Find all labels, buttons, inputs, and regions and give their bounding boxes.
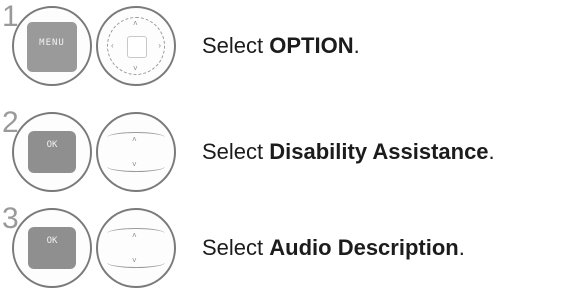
instruction-target: Audio Description [269,235,459,260]
up-down-callout: ˄ ˅ [96,112,176,192]
instruction-text: Select Disability Assistance. [202,139,495,165]
instruction-prefix: Select [202,33,270,58]
nav-center-key [127,36,147,58]
instruction-text: Select OPTION. [202,33,360,59]
ok-key-label: OK [46,236,58,246]
step-3: 3 OK ˄ ˅ Select Audio Description. [0,204,578,308]
instruction-suffix: . [488,139,495,164]
instruction-prefix: Select [202,139,270,164]
menu-key-label: MENU [39,38,65,48]
menu-key-callout: MENU [12,6,92,86]
step-1: 1 MENU ˄ ˅ ‹ › Select OPTION. [0,2,578,106]
instruction-target: OPTION [269,33,354,58]
ok-key-callout: OK [12,208,92,288]
menu-button-icon: MENU [27,22,77,72]
instruction-prefix: Select [202,235,270,260]
arrow-down-icon: ˅ [132,160,137,169]
ok-key-callout: OK [12,112,92,192]
arrow-up-icon: ˄ [132,135,137,144]
step-2: 2 OK ˄ ˅ Select Disability Assistance. [0,108,578,212]
navigation-pad-callout: ˄ ˅ ‹ › [96,6,176,86]
navigation-pad-icon: ˄ ˅ ‹ › [107,17,165,75]
arrow-down-icon: ˅ [133,64,138,73]
arrow-down-icon: ˅ [132,256,137,265]
arrow-left-icon: ‹ [111,41,114,50]
instruction-target: Disability Assistance [269,139,489,164]
instruction-suffix: . [353,33,360,58]
arrow-up-icon: ˄ [133,19,138,28]
up-down-buttons-icon: ˄ ˅ [107,126,165,178]
ok-button-icon: OK [28,131,76,173]
arrow-right-icon: › [158,41,161,50]
instruction-suffix: . [458,235,465,260]
arrow-up-icon: ˄ [132,231,137,240]
instruction-text: Select Audio Description. [202,235,465,261]
up-down-callout: ˄ ˅ [96,208,176,288]
ok-button-icon: OK [28,227,76,269]
up-down-buttons-icon: ˄ ˅ [107,222,165,274]
ok-key-label: OK [46,140,58,150]
